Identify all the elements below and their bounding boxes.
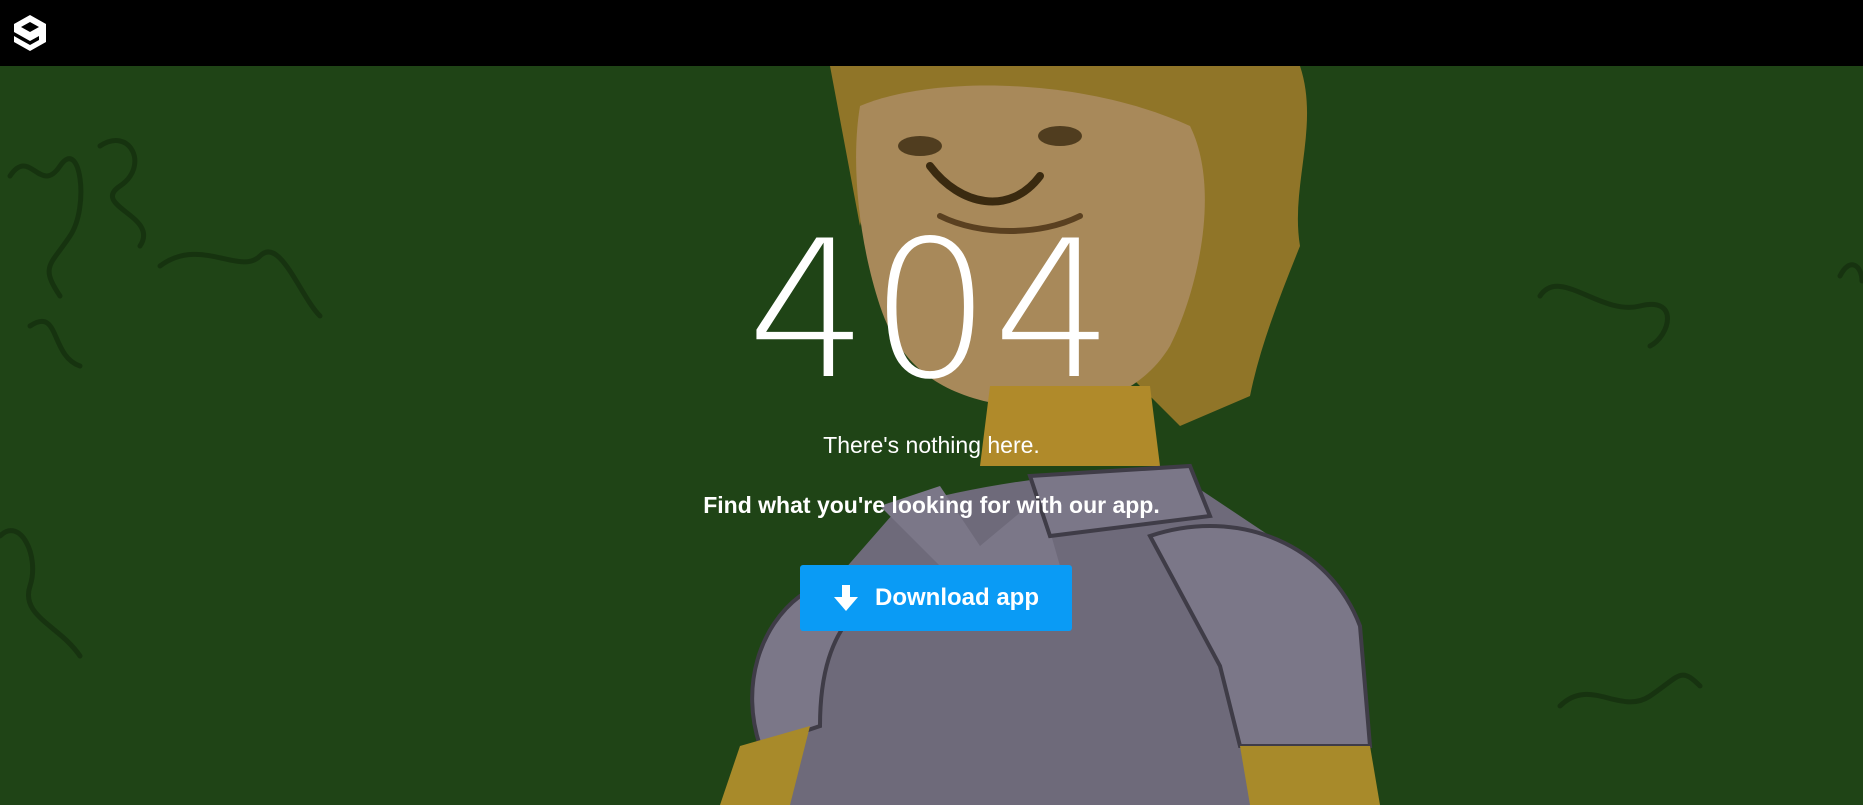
- app-promo-text: Find what you're looking for with our ap…: [703, 492, 1160, 518]
- download-app-label: Download app: [875, 584, 1039, 611]
- download-arrow-icon: [834, 585, 858, 611]
- error-message: There's nothing here.: [823, 432, 1040, 458]
- 9gag-logo-icon[interactable]: [12, 14, 48, 52]
- error-code: 404: [747, 200, 1116, 421]
- download-app-button[interactable]: Download app: [800, 565, 1072, 631]
- top-navigation-bar: [0, 0, 1863, 66]
